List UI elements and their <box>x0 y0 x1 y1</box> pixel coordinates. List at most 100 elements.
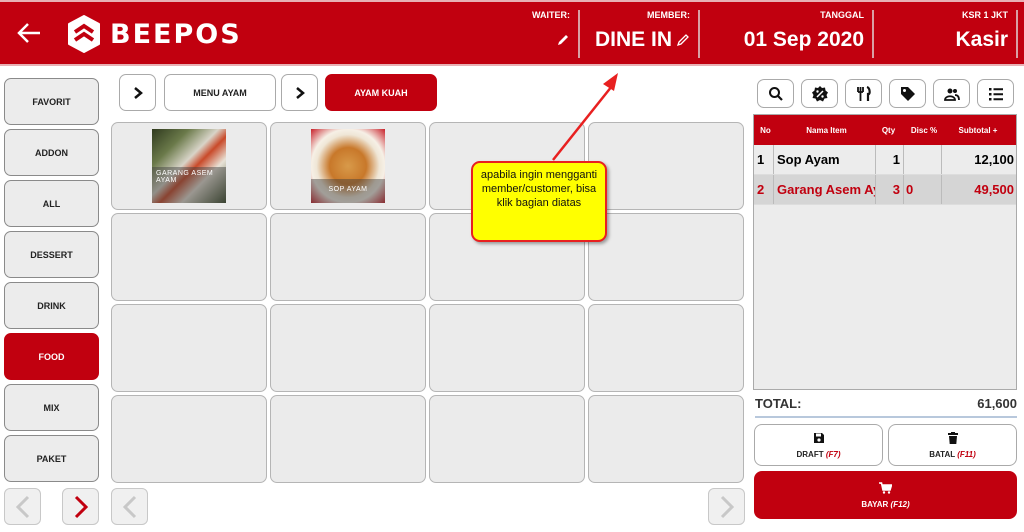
product-tile-empty <box>588 213 744 301</box>
order-table: No Nama Item Qty Disc % Subtotal + 1 Sop… <box>753 114 1017 390</box>
cancel-button[interactable]: BATAL (F11) <box>888 424 1017 466</box>
product-tile-empty <box>588 122 744 210</box>
back-arrow-icon[interactable] <box>14 18 44 48</box>
member-label: MEMBER: <box>647 10 690 20</box>
cart-icon <box>879 481 892 494</box>
row-qty: 3 <box>876 175 904 204</box>
product-tile-empty <box>270 395 426 483</box>
column-no: No <box>760 125 771 135</box>
product-name: SOP AYAM <box>311 179 385 203</box>
beepos-logo-icon <box>68 15 100 53</box>
order-total: TOTAL: 61,600 <box>755 396 1017 418</box>
product-prev-button[interactable] <box>111 488 148 525</box>
total-label: TOTAL: <box>755 396 802 411</box>
member-selector[interactable]: MEMBER: DINE IN <box>582 10 700 58</box>
date-label: TANGGAL <box>820 10 864 20</box>
column-subtotal[interactable]: Subtotal + <box>942 126 1016 135</box>
cashier-label: KSR 1 JKT <box>961 10 1008 20</box>
row-no: 1 <box>754 145 774 174</box>
product-tile-empty <box>429 304 585 392</box>
product-tile-garang-asem-ayam[interactable]: GARANG ASEM AYAM <box>111 122 267 210</box>
row-no: 2 <box>754 175 774 204</box>
list-button[interactable] <box>977 79 1014 108</box>
date-value: 01 Sep 2020 <box>743 28 864 51</box>
breadcrumb-root-chevron[interactable] <box>119 74 156 111</box>
chevron-right-icon <box>74 495 88 518</box>
cashier-value: Kasir <box>955 28 1008 51</box>
chevron-right-icon <box>133 86 143 99</box>
product-tile-empty <box>588 304 744 392</box>
trash-icon <box>947 431 958 444</box>
category-paket[interactable]: PAKET <box>4 435 99 482</box>
discount-icon <box>811 85 828 101</box>
edit-member-icon[interactable] <box>676 33 690 47</box>
chevron-left-icon <box>122 495 136 518</box>
breadcrumb-ayam-kuah[interactable]: AYAM KUAH <box>325 74 437 111</box>
product-tile-empty <box>111 304 267 392</box>
product-tile-empty <box>429 395 585 483</box>
column-disc: Disc % <box>910 125 938 135</box>
utensils-icon <box>856 85 871 101</box>
row-disc <box>904 145 942 174</box>
breadcrumb-menu-ayam[interactable]: MENU AYAM <box>164 74 276 111</box>
product-image: SOP AYAM <box>311 129 385 203</box>
product-next-button[interactable] <box>708 488 745 525</box>
edit-waiter-icon[interactable] <box>556 33 570 47</box>
row-subtotal: 49,500 <box>974 182 1014 197</box>
tag-icon <box>900 86 915 101</box>
order-row[interactable]: 1 Sop Ayam 1 12,100 <box>754 145 1016 175</box>
product-tile-sop-ayam[interactable]: SOP AYAM <box>270 122 426 210</box>
category-drink[interactable]: DRINK <box>4 282 99 329</box>
annotation-callout: apabila ingin mengganti member/customer,… <box>471 161 607 242</box>
search-button[interactable] <box>757 79 794 108</box>
list-icon <box>988 87 1003 100</box>
save-icon <box>813 432 824 443</box>
waiter-selector[interactable]: WAITER: <box>520 10 580 58</box>
product-tile-empty <box>588 395 744 483</box>
draft-label: DRAFT <box>796 449 824 459</box>
search-icon <box>768 86 783 101</box>
total-value: 61,600 <box>977 396 1017 411</box>
product-tile-empty <box>270 304 426 392</box>
product-name: GARANG ASEM AYAM <box>152 167 226 203</box>
product-tile-empty <box>111 213 267 301</box>
breadcrumb-separator-chevron[interactable] <box>281 74 318 111</box>
product-tile-empty <box>111 395 267 483</box>
row-item: Garang Asem Ayam <box>774 175 876 204</box>
category-mix[interactable]: MIX <box>4 384 99 431</box>
customers-icon <box>943 88 960 101</box>
draft-button[interactable]: DRAFT (F7) <box>754 424 883 466</box>
category-addon[interactable]: ADDON <box>4 129 99 176</box>
pay-button[interactable]: BAYAR (F12) <box>754 471 1017 519</box>
product-tile-empty <box>270 213 426 301</box>
dine-option-button[interactable] <box>845 79 882 108</box>
date-display: TANGGAL 01 Sep 2020 <box>702 10 874 58</box>
column-item: Nama Item <box>806 125 847 135</box>
row-disc: 0 <box>904 175 942 204</box>
cancel-shortcut: (F11) <box>957 449 976 459</box>
category-prev-button[interactable] <box>4 488 41 525</box>
category-next-button[interactable] <box>62 488 99 525</box>
category-all[interactable]: ALL <box>4 180 99 227</box>
product-image: GARANG ASEM AYAM <box>152 129 226 203</box>
category-favorit[interactable]: FAVORIT <box>4 78 99 125</box>
pay-label: BAYAR <box>861 499 889 509</box>
pay-shortcut: (F12) <box>890 499 910 509</box>
category-dessert[interactable]: DESSERT <box>4 231 99 278</box>
order-table-header: No Nama Item Qty Disc % Subtotal + <box>754 115 1016 145</box>
row-subtotal: 12,100 <box>974 152 1014 167</box>
order-row-selected[interactable]: 2 Garang Asem Ayam 3 0 49,500 <box>754 175 1016 205</box>
brand-name: BEEPOS <box>110 19 242 50</box>
category-food[interactable]: FOOD <box>4 333 99 380</box>
row-item: Sop Ayam <box>774 145 876 174</box>
discount-button[interactable] <box>801 79 838 108</box>
chevron-right-icon <box>720 495 734 518</box>
chevron-right-icon <box>295 86 305 99</box>
waiter-label: WAITER: <box>532 10 570 20</box>
chevron-left-icon <box>15 495 29 518</box>
row-qty: 1 <box>876 145 904 174</box>
customers-button[interactable] <box>933 79 970 108</box>
cashier-display: KSR 1 JKT Kasir <box>876 10 1018 58</box>
cancel-label: BATAL <box>929 449 955 459</box>
tag-button[interactable] <box>889 79 926 108</box>
